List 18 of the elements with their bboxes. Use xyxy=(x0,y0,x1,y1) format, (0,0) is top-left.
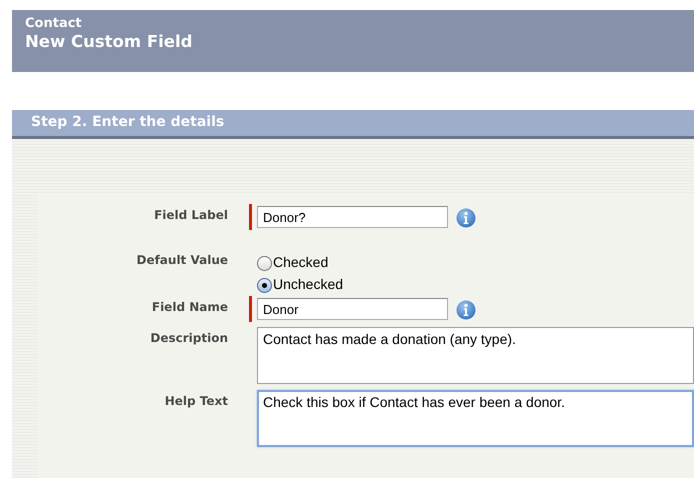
page-title: New Custom Field xyxy=(25,31,192,52)
text-area[interactable]: Contact has made a donation (any type). xyxy=(257,327,694,384)
radio-label[interactable]: Checked xyxy=(273,254,328,270)
radio-button[interactable] xyxy=(257,278,272,293)
radio-label[interactable]: Unchecked xyxy=(273,276,344,292)
info-icon[interactable] xyxy=(456,300,476,320)
field-label: Help Text xyxy=(164,394,228,408)
section-title: Step 2. Enter the details xyxy=(31,114,224,130)
field-label: Description xyxy=(150,331,228,345)
text-area[interactable]: Check this box if Contact has ever been a donor. xyxy=(257,390,694,447)
radio-button[interactable] xyxy=(257,256,272,271)
info-icon[interactable] xyxy=(456,208,476,228)
field-label: Default Value xyxy=(136,253,228,267)
field-label: Field Name xyxy=(152,300,228,314)
text-field[interactable]: Donor? xyxy=(257,206,448,228)
text-field[interactable]: Donor xyxy=(257,298,448,320)
field-label: Field Label xyxy=(154,208,228,222)
object-name: Contact xyxy=(25,16,82,31)
